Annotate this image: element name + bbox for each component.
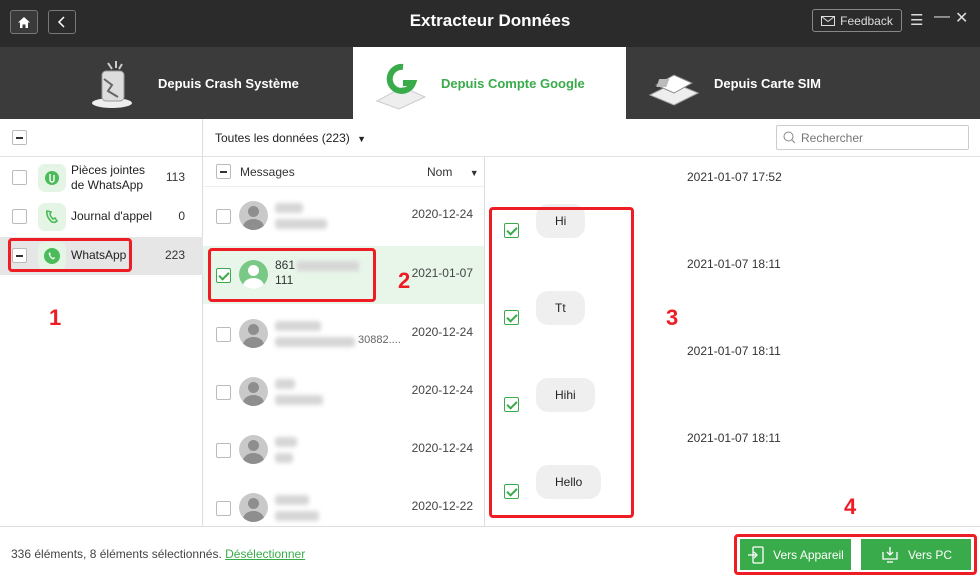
tab-google-account[interactable]: Depuis Compte Google — [353, 47, 626, 119]
item-checkbox[interactable] — [12, 209, 27, 224]
blurred-name — [275, 203, 303, 213]
title-bar: Extracteur Données Feedback ☰ — ✕ — [0, 0, 980, 47]
sidebar-item-count: 0 — [178, 209, 185, 223]
blurred-number — [275, 511, 319, 521]
item-checkbox[interactable] — [216, 385, 231, 400]
message-timestamp: 2021-01-07 17:52 — [687, 170, 782, 184]
avatar — [239, 493, 268, 522]
sort-label: Nom — [427, 165, 453, 179]
annotation-box-2 — [208, 248, 376, 302]
data-filter-dropdown[interactable]: Toutes les données (223) ▼ — [215, 131, 366, 145]
deselect-link[interactable]: Désélectionner — [225, 547, 305, 561]
avatar — [239, 319, 268, 348]
tab-crash-system[interactable]: Depuis Crash Système — [90, 47, 353, 119]
feedback-button[interactable]: Feedback — [812, 9, 902, 32]
blurred-number — [275, 395, 323, 405]
tab-label: Depuis Compte Google — [441, 75, 585, 91]
partial-number: 30882.... — [358, 334, 401, 346]
list-item[interactable]: 2020-12-24 — [203, 187, 484, 245]
annotation-box-3 — [489, 207, 634, 518]
phone-icon — [38, 203, 66, 231]
filter-label: Toutes les données (223) — [215, 131, 350, 145]
mail-icon — [821, 15, 836, 26]
blurred-number — [275, 453, 293, 463]
category-sidebar: Pièces jointes de WhatsApp 113 Journal d… — [0, 119, 203, 526]
select-all-messages-checkbox[interactable] — [216, 164, 231, 179]
conversation-date: 2021-01-07 — [411, 266, 473, 280]
filter-bar: Toutes les données (223) ▼ — [203, 119, 980, 157]
sidebar-item-label: Pièces jointes de WhatsApp — [71, 163, 146, 192]
conversation-date: 2020-12-22 — [411, 499, 473, 513]
tab-label: Depuis Carte SIM — [714, 75, 821, 91]
whatsapp-attachment-icon — [38, 164, 66, 192]
sort-dropdown[interactable]: Nom ▼ — [427, 165, 479, 179]
blurred-name — [275, 495, 309, 505]
selection-status: 336 éléments, 8 éléments sélectionnés. D… — [11, 547, 305, 561]
sidebar-item-call-log[interactable]: Journal d'appel 0 — [0, 198, 203, 236]
conversation-date: 2020-12-24 — [411, 325, 473, 339]
item-checkbox[interactable] — [216, 327, 231, 342]
sidebar-item-whatsapp-attachments[interactable]: Pièces jointes de WhatsApp 113 — [0, 159, 203, 197]
annotation-number-4: 4 — [844, 494, 857, 519]
list-item[interactable]: 2020-12-24 — [203, 363, 484, 421]
message-timestamp: 2021-01-07 18:11 — [687, 431, 781, 445]
menu-icon[interactable]: ☰ — [910, 11, 923, 29]
list-header: Messages Nom ▼ — [203, 157, 484, 187]
caret-down-icon: ▼ — [357, 134, 367, 144]
annotation-number-2: 2 — [398, 268, 411, 293]
annotation-number-3: 3 — [666, 305, 679, 330]
status-text: 336 éléments, 8 éléments sélectionnés. — [11, 547, 222, 561]
avatar — [239, 201, 268, 230]
sidebar-item-count: 113 — [165, 170, 185, 184]
blurred-number — [275, 337, 355, 347]
conversation-date: 2020-12-24 — [411, 207, 473, 221]
search-box[interactable] — [776, 125, 969, 150]
list-item[interactable]: 2020-12-24 — [203, 421, 484, 479]
tab-label: Depuis Crash Système — [158, 75, 299, 91]
conversation-date: 2020-12-24 — [411, 383, 473, 397]
item-checkbox[interactable] — [216, 443, 231, 458]
select-all-checkbox[interactable] — [12, 130, 27, 145]
sidebar-header — [0, 119, 202, 157]
sim-card-icon — [648, 74, 700, 106]
sidebar-item-label: Journal d'appel — [71, 209, 153, 223]
message-timestamp: 2021-01-07 18:11 — [687, 257, 781, 271]
search-input[interactable] — [801, 130, 951, 145]
list-item[interactable]: 30882.... 2020-12-24 — [203, 305, 484, 363]
item-checkbox[interactable] — [12, 170, 27, 185]
feedback-label: Feedback — [840, 13, 893, 28]
list-item[interactable]: 2020-12-22 — [203, 479, 484, 526]
list-header-label: Messages — [240, 165, 295, 179]
avatar — [239, 377, 268, 406]
annotation-box-4 — [734, 534, 977, 575]
google-account-icon — [375, 63, 427, 110]
minimize-icon[interactable]: — — [934, 8, 950, 26]
annotation-number-1: 1 — [49, 305, 62, 330]
close-icon[interactable]: ✕ — [955, 8, 968, 28]
sidebar-item-count: 223 — [164, 248, 185, 262]
item-checkbox[interactable] — [216, 209, 231, 224]
conversation-date: 2020-12-24 — [411, 441, 473, 455]
avatar — [239, 435, 268, 464]
blurred-name — [275, 321, 321, 331]
source-tabs: Depuis Crash Système Depuis Compte Googl… — [0, 47, 980, 119]
caret-down-icon: ▼ — [469, 168, 479, 178]
blurred-name — [275, 379, 295, 389]
item-checkbox[interactable] — [216, 501, 231, 516]
conversation-list: Messages Nom ▼ 2020-12-24 861 111 2021-0… — [203, 157, 485, 526]
blurred-number — [275, 219, 327, 229]
message-timestamp: 2021-01-07 18:11 — [687, 344, 781, 358]
broken-phone-icon — [92, 61, 132, 108]
annotation-box-1 — [8, 238, 132, 272]
blurred-name — [275, 437, 297, 447]
search-icon — [783, 131, 796, 144]
tab-sim-card[interactable]: Depuis Carte SIM — [646, 47, 946, 119]
